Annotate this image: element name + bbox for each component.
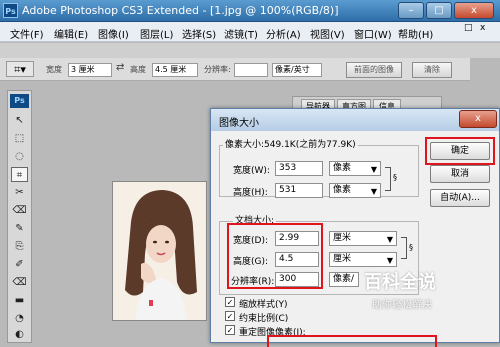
pixel-dimensions-label: 像素大小:549.1K(之前为77.9K) xyxy=(223,137,358,150)
pixel-link-bracket xyxy=(385,167,391,191)
menu-edit[interactable]: 编辑(E) xyxy=(54,26,88,41)
scale-styles-checkbox[interactable]: ✓ xyxy=(225,297,235,307)
doc-height-input[interactable]: 4.5 xyxy=(275,252,319,267)
title-bar: Ps Adobe Photoshop CS3 Extended - [1.jpg… xyxy=(0,0,500,22)
menu-select[interactable]: 选择(S) xyxy=(182,26,216,41)
dialog-title-bar: 图像大小 x xyxy=(211,109,499,131)
move-tool-icon[interactable]: ↖ xyxy=(11,113,28,128)
resolution-label: 分辨率(R): xyxy=(231,277,275,287)
gradient-tool-icon[interactable]: ▬ xyxy=(11,293,28,308)
opt-unit-select[interactable]: 像素/英寸 xyxy=(272,63,322,77)
photoshop-logo-icon: Ps xyxy=(3,3,18,18)
doc-restore-button[interactable]: □ xyxy=(464,23,473,33)
pixel-height-unit-text: 像素 xyxy=(333,185,352,195)
doc-width-unit-select[interactable]: 厘米 ▼ xyxy=(329,231,397,246)
portrait-photo-icon xyxy=(113,182,206,320)
doc-close-button[interactable]: x xyxy=(480,23,485,33)
resample-checkbox[interactable]: ✓ xyxy=(225,325,235,335)
crop-tool-icon[interactable]: ⌗ xyxy=(11,167,28,182)
dodge-tool-icon[interactable]: ◐ xyxy=(11,327,28,342)
minimize-button[interactable]: – xyxy=(398,2,424,19)
menu-view[interactable]: 视图(V) xyxy=(310,26,345,41)
doc-height-unit-text: 厘米 xyxy=(333,254,352,264)
healing-brush-icon[interactable]: ⌫ xyxy=(11,203,28,218)
opt-width-label: 宽度 xyxy=(46,65,62,74)
pixel-width-input[interactable]: 353 xyxy=(275,161,323,176)
auto-button[interactable]: 自动(A)... xyxy=(430,189,490,207)
chain-link-icon: § xyxy=(393,173,397,182)
opt-height-label: 高度 xyxy=(130,65,146,74)
lasso-tool-icon[interactable]: ◌ xyxy=(11,149,28,164)
constrain-proportions-label: 约束比例(C) xyxy=(239,314,289,324)
slice-tool-icon[interactable]: ✂ xyxy=(11,185,28,200)
cancel-button[interactable]: 取消 xyxy=(430,165,490,183)
resolution-input[interactable]: 300 xyxy=(275,272,319,287)
toolbox-logo-icon: Ps xyxy=(10,94,29,108)
menu-window[interactable]: 窗口(W) xyxy=(354,26,392,41)
opt-resolution-input[interactable] xyxy=(234,63,268,77)
clone-stamp-icon[interactable]: ⎘ xyxy=(11,239,28,254)
blur-tool-icon[interactable]: ◔ xyxy=(11,311,28,326)
menu-file[interactable]: 文件(F) xyxy=(10,26,44,41)
doc-height-label: 高度(G): xyxy=(233,257,269,267)
resample-highlight xyxy=(267,335,437,347)
toolbar-gap xyxy=(0,43,500,58)
menu-filter[interactable]: 滤镜(T) xyxy=(224,26,258,41)
history-brush-icon[interactable]: ✐ xyxy=(11,257,28,272)
doc-height-unit-select[interactable]: 厘米 ▼ xyxy=(329,252,397,267)
pixel-width-unit-text: 像素 xyxy=(333,163,352,173)
constrain-proportions-checkbox[interactable]: ✓ xyxy=(225,311,235,321)
watermark-title: 百科全说 xyxy=(364,272,436,293)
ok-button[interactable]: 确定 xyxy=(430,142,490,160)
clear-button[interactable]: 清除 xyxy=(412,62,452,78)
front-image-button[interactable]: 前面的图像 xyxy=(346,62,402,78)
watermark-subtitle: 助你轻松解决 xyxy=(372,300,432,311)
chevron-down-icon: ▼ xyxy=(386,256,393,265)
dialog-close-button[interactable]: x xyxy=(459,110,497,128)
brush-tool-icon[interactable]: ✎ xyxy=(11,221,28,236)
dialog-title: 图像大小 xyxy=(219,118,259,129)
crop-tool-preset-icon[interactable]: ⌗▾ xyxy=(6,61,34,77)
chain-link-icon: § xyxy=(409,243,413,252)
chevron-down-icon: ▼ xyxy=(370,187,377,196)
maximize-button[interactable]: □ xyxy=(426,2,452,19)
doc-width-unit-text: 厘米 xyxy=(333,233,352,243)
opt-height-input[interactable]: 4.5 厘米 xyxy=(152,63,198,77)
close-window-button[interactable]: x xyxy=(454,2,494,19)
menu-analysis[interactable]: 分析(A) xyxy=(266,26,301,41)
pixel-height-unit-select[interactable]: 像素 ▼ xyxy=(329,183,381,198)
chevron-down-icon: ▼ xyxy=(386,235,393,244)
swap-dimensions-icon[interactable]: ⇄ xyxy=(116,62,124,73)
menu-help[interactable]: 帮助(H) xyxy=(398,26,433,41)
doc-width-label: 宽度(D): xyxy=(233,236,268,246)
menu-layer[interactable]: 图层(L) xyxy=(140,26,173,41)
marquee-tool-icon[interactable]: ⬚ xyxy=(11,131,28,146)
chevron-down-icon: ▼ xyxy=(370,165,377,174)
menu-bar: 文件(F) 编辑(E) 图像(I) 图层(L) 选择(S) 滤镜(T) 分析(A… xyxy=(0,22,500,42)
options-bar: ⌗▾ 宽度 3 厘米 ⇄ 高度 4.5 厘米 分辨率: 像素/英寸 前面的图像 … xyxy=(0,58,470,81)
doc-link-bracket xyxy=(401,237,407,259)
pixel-width-label: 宽度(W): xyxy=(233,166,270,176)
pixel-width-unit-select[interactable]: 像素 ▼ xyxy=(329,161,381,176)
menu-image[interactable]: 图像(I) xyxy=(98,26,129,41)
pixel-height-input[interactable]: 531 xyxy=(275,183,323,198)
eraser-tool-icon[interactable]: ⌫ xyxy=(11,275,28,290)
opt-width-input[interactable]: 3 厘米 xyxy=(68,63,112,77)
scale-styles-label: 缩放样式(Y) xyxy=(239,300,288,310)
window-title: Adobe Photoshop CS3 Extended - [1.jpg @ … xyxy=(22,4,339,17)
canvas-photo[interactable] xyxy=(112,181,207,321)
watermark: 百科全说 助你轻松解决 xyxy=(352,268,468,314)
toolbox: Ps ↖ ⬚ ◌ ⌗ ✂ ⌫ ✎ ⎘ ✐ ⌫ ▬ ◔ ◐ xyxy=(7,90,32,343)
opt-resolution-label: 分辨率: xyxy=(204,65,231,74)
doc-width-input[interactable]: 2.99 xyxy=(275,231,319,246)
pixel-height-label: 高度(H): xyxy=(233,188,268,198)
